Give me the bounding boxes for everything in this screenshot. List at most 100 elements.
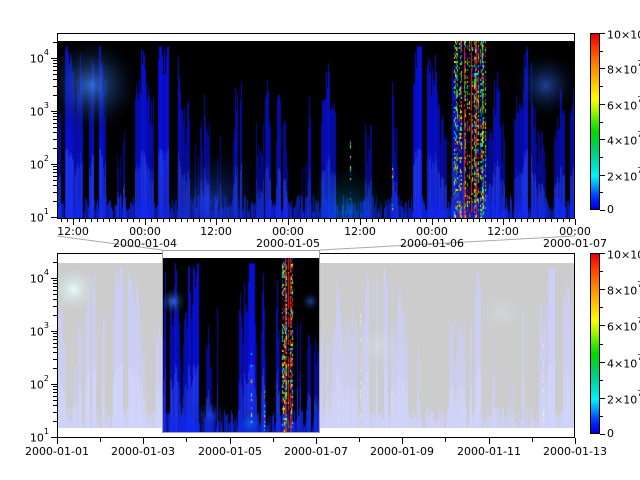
bottom-y-major-tick [51,278,57,279]
top-x-minor-tick [354,219,355,222]
top-x-minor-tick [414,219,415,222]
top-colorbar-tick-label: 2×107 [607,169,640,184]
top-x-minor-tick [545,219,546,222]
top-x-minor-tick [426,219,427,222]
top-x-minor-tick [318,219,319,222]
bottom-colorbar-major-tick [600,398,605,399]
bottom-y-minor-tick [53,299,57,300]
bottom-y-minor-tick [53,412,57,413]
top-x-minor-tick [103,219,104,222]
top-x-minor-tick [563,219,564,222]
spectrogram-figure: 10410310210110410310210112:0000:002000-0… [0,0,640,480]
top-x-minor-tick [85,219,86,222]
top-x-minor-tick [533,219,534,222]
top-x-date-label: 2000-01-07 [537,238,613,251]
top-x-time-label: 12:00 [198,226,234,239]
top-x-minor-tick [515,219,516,222]
top-x-minor-tick [276,219,277,222]
top-y-major-tick [51,111,57,112]
top-x-minor-tick [234,219,235,222]
top-x-minor-tick [420,219,421,222]
bottom-colorbar-minor-tick [600,344,603,345]
top-x-minor-tick [127,219,128,222]
top-x-minor-tick [438,219,439,222]
top-x-minor-tick [396,219,397,222]
bottom-y-major-tick [51,331,57,332]
top-x-minor-tick [240,219,241,222]
bottom-colorbar-major-tick [600,253,605,254]
bottom-y-minor-tick [53,368,57,369]
bottom-y-minor-tick [53,294,57,295]
top-y-major-tick [51,164,57,165]
top-x-date-label: 2000-01-05 [250,238,326,251]
top-y-minor-tick [53,113,57,114]
top-y-minor-tick [53,116,57,117]
bottom-colorbar [590,253,600,434]
bottom-x-date-label: 2000-01-09 [362,446,442,459]
top-x-minor-tick [539,219,540,222]
top-x-minor-tick [199,219,200,222]
top-spectrogram-image[interactable] [58,41,574,218]
bottom-y-minor-tick [53,286,57,287]
top-colorbar-minor-tick [600,157,603,158]
bottom-x-major-tick [143,438,144,444]
top-x-minor-tick [204,219,205,222]
top-colorbar-tick-label: 4×107 [607,133,640,148]
top-x-minor-tick [79,219,80,222]
top-x-minor-tick [169,219,170,222]
top-x-minor-tick [258,219,259,222]
top-x-minor-tick [461,219,462,222]
bottom-y-minor-tick [53,396,57,397]
top-x-minor-tick [330,219,331,222]
top-colorbar-major-tick [600,139,605,140]
bottom-y-minor-tick [53,347,57,348]
bottom-colorbar-minor-tick [600,416,603,417]
bottom-colorbar-tick-label: 4×107 [607,356,640,371]
top-colorbar [590,33,600,210]
bottom-x-major-tick [316,438,317,444]
top-x-minor-tick [270,219,271,222]
top-x-minor-tick [312,219,313,222]
top-x-minor-tick [372,219,373,222]
top-y-tick-label: 102 [19,157,49,172]
bottom-y-minor-tick [53,352,57,353]
top-x-minor-tick [228,219,229,222]
top-x-minor-tick [282,219,283,222]
top-x-minor-tick [115,219,116,222]
bottom-x-minor-tick [100,438,101,442]
bottom-y-minor-tick [53,359,57,360]
bottom-y-tick-label: 102 [19,377,49,392]
top-x-minor-tick [384,219,385,222]
top-x-minor-tick [444,219,445,222]
top-x-minor-tick [485,219,486,222]
top-x-minor-tick [61,219,62,222]
top-y-minor-tick [53,123,57,124]
top-colorbar-minor-tick [600,86,603,87]
top-colorbar-tick-label: 6×107 [607,98,640,113]
top-colorbar-minor-tick [600,192,603,193]
bottom-x-major-tick [402,438,403,444]
top-x-minor-tick [342,219,343,222]
top-x-minor-tick [455,219,456,222]
top-y-minor-tick [53,169,57,170]
bottom-colorbar-tick-label: 2×107 [607,392,640,407]
top-x-minor-tick [151,219,152,222]
top-x-minor-tick [91,219,92,222]
bottom-x-date-label: 2000-01-05 [190,446,270,459]
top-y-minor-tick [53,95,57,96]
bottom-colorbar-major-tick [600,325,605,326]
top-x-minor-tick [133,219,134,222]
top-x-minor-tick [193,219,194,222]
top-x-time-label: 12:00 [55,226,91,239]
top-x-time-label: 12:00 [485,226,521,239]
zoom-selection-image[interactable] [163,258,319,432]
top-y-minor-tick [53,132,57,133]
bottom-colorbar-tick-label: 0 [607,428,640,441]
top-x-minor-tick [252,219,253,222]
bottom-x-major-tick [230,438,231,444]
top-x-minor-tick [306,219,307,222]
top-x-minor-tick [300,219,301,222]
top-x-minor-tick [163,219,164,222]
top-colorbar-major-tick [600,104,605,105]
bottom-y-minor-tick [53,283,57,284]
